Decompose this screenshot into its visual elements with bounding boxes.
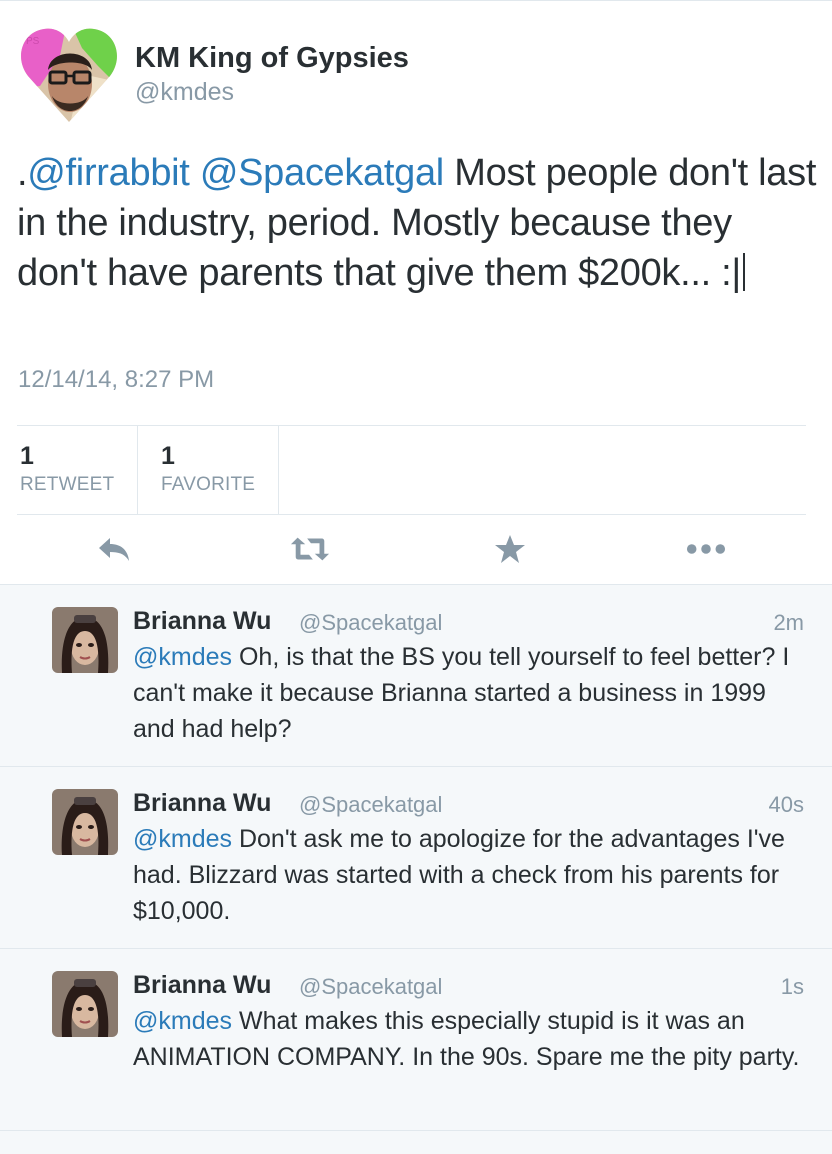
mention-link[interactable]: @firrabbit [27, 152, 190, 194]
retweet-stat[interactable]: 1 RETWEET [20, 440, 114, 498]
author-handle[interactable]: @kmdes [135, 78, 234, 107]
reply-author-name[interactable]: Brianna Wu [133, 607, 271, 636]
reply-text-body: Oh, is that the BS you tell yourself to … [133, 643, 790, 743]
tweet-text-prefix: . [17, 152, 28, 194]
stat-divider [278, 426, 279, 514]
mention-link[interactable]: @Spacekatgal [200, 152, 444, 194]
ellipsis-icon [686, 544, 726, 554]
reply-time[interactable]: 40s [769, 792, 804, 818]
reply-avatar[interactable] [52, 971, 118, 1037]
reply-divider [0, 1130, 832, 1131]
reply-text: @kmdes Don't ask me to apologize for the… [133, 821, 813, 929]
more-button[interactable] [686, 532, 726, 566]
reply-text-body: What makes this especially stupid is it … [133, 1007, 800, 1071]
reply-arrow-icon [99, 538, 129, 561]
reply-author-name[interactable]: Brianna Wu [133, 971, 271, 1000]
favorite-stat[interactable]: 1 FAVORITE [161, 440, 255, 498]
retweet-icon [290, 537, 330, 561]
reply-author-handle[interactable]: @Spacekatgal [299, 974, 442, 1000]
retweet-button[interactable] [290, 532, 330, 566]
star-icon [495, 535, 525, 563]
reply-time[interactable]: 1s [781, 974, 804, 1000]
reply-avatar[interactable] [52, 607, 118, 673]
reply-author-handle[interactable]: @Spacekatgal [299, 792, 442, 818]
mention-link[interactable]: @kmdes [133, 1007, 232, 1035]
favorite-label: FAVORITE [161, 474, 256, 495]
svg-text:PS: PS [26, 36, 40, 47]
reply-time[interactable]: 2m [773, 610, 804, 636]
favorite-button[interactable] [490, 532, 530, 566]
replies-list: Brianna Wu @Spacekatgal 2m @kmdes Oh, is… [0, 585, 832, 1154]
author-name[interactable]: KM King of Gypsies [135, 42, 409, 75]
reply-button[interactable] [94, 532, 134, 566]
main-tweet: PS KM King of Gypsies @kmdes .@firrabbit… [0, 0, 832, 585]
reply-text: @kmdes Oh, is that the BS you tell yours… [133, 639, 813, 747]
tweet-text: .@firrabbit @Spacekatgal Most people don… [17, 148, 817, 298]
top-divider [0, 0, 832, 1]
author-avatar[interactable]: PS [20, 26, 118, 124]
stat-divider [137, 426, 138, 514]
reply-tweet[interactable]: Brianna Wu @Spacekatgal 2m @kmdes Oh, is… [0, 585, 832, 766]
text-cursor [742, 253, 745, 291]
reply-author-name[interactable]: Brianna Wu [133, 789, 271, 818]
favorite-count: 1 [161, 442, 175, 470]
stats-divider-bottom [17, 514, 806, 515]
reply-tweet[interactable]: Brianna Wu @Spacekatgal 40s @kmdes Don't… [0, 767, 832, 948]
mention-link[interactable]: @kmdes [133, 643, 232, 671]
mention-link[interactable]: @kmdes [133, 825, 232, 853]
stats-divider-top [17, 425, 806, 426]
reply-avatar[interactable] [52, 789, 118, 855]
retweet-label: RETWEET [20, 474, 115, 495]
reply-tweet[interactable]: Brianna Wu @Spacekatgal 1s @kmdes What m… [0, 949, 832, 1130]
retweet-count: 1 [20, 442, 34, 470]
tweet-timestamp[interactable]: 12/14/14, 8:27 PM [18, 366, 214, 394]
reply-author-handle[interactable]: @Spacekatgal [299, 610, 442, 636]
reply-text: @kmdes What makes this especially stupid… [133, 1003, 813, 1075]
